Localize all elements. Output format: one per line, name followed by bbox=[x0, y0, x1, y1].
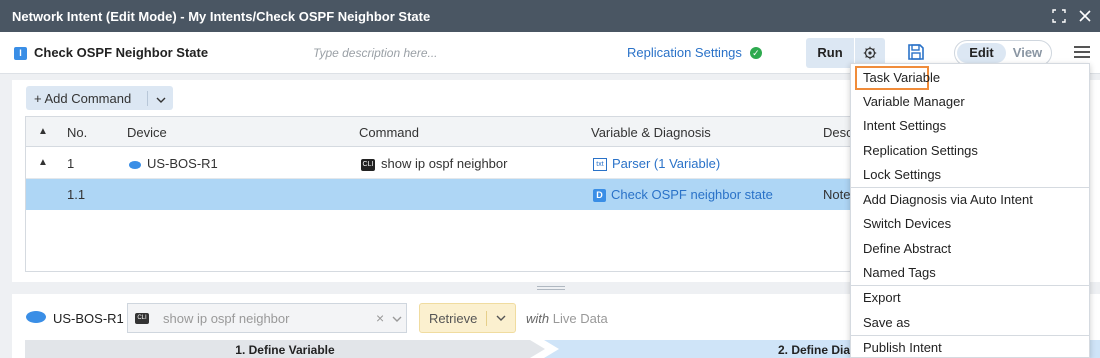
chevron-down-icon[interactable] bbox=[487, 312, 515, 324]
window-title: Network Intent (Edit Mode) - My Intents/… bbox=[12, 8, 431, 24]
note-text: Note bbox=[823, 187, 851, 202]
column-header-device[interactable]: Device bbox=[127, 125, 167, 140]
menu-item-add-diagnosis-auto-intent[interactable]: Add Diagnosis via Auto Intent bbox=[851, 188, 1089, 212]
menu-item-publish-intent[interactable]: Publish Intent bbox=[851, 336, 1089, 358]
variable-cell[interactable]: txt Parser (1 Variable) bbox=[593, 156, 720, 172]
column-header-description[interactable]: Desc bbox=[823, 125, 853, 140]
menu-item-named-tags[interactable]: Named Tags bbox=[851, 261, 1089, 285]
command-cell[interactable]: CLI show ip ospf neighbor bbox=[361, 156, 507, 171]
collapse-row-icon[interactable]: ▲ bbox=[38, 157, 48, 168]
command-table: ▲ No. Device Command Variable & Diagnosi… bbox=[25, 116, 855, 272]
collapse-all-icon[interactable]: ▲ bbox=[38, 126, 48, 137]
text-parser-icon: txt bbox=[593, 158, 607, 172]
diagnosis-icon: D bbox=[593, 189, 606, 203]
retrieve-button[interactable]: Retrieve bbox=[419, 303, 516, 333]
menu-item-switch-devices[interactable]: Switch Devices bbox=[851, 212, 1089, 236]
replication-settings-link[interactable]: Replication Settings ✓ bbox=[627, 45, 762, 60]
run-button[interactable]: Run bbox=[806, 38, 854, 68]
menu-item-save-as[interactable]: Save as bbox=[851, 311, 1089, 335]
router-icon bbox=[26, 311, 46, 323]
check-icon: ✓ bbox=[749, 46, 762, 59]
diagnosis-link[interactable]: Check OSPF neighbor state bbox=[611, 187, 773, 202]
menu-item-define-abstract[interactable]: Define Abstract bbox=[851, 237, 1089, 261]
intent-icon: I bbox=[14, 47, 27, 60]
hamburger-menu-icon[interactable] bbox=[1074, 46, 1090, 60]
command-select[interactable]: CLI show ip ospf neighbor × bbox=[127, 303, 407, 333]
router-icon bbox=[129, 160, 141, 169]
gear-icon bbox=[863, 46, 877, 60]
menu-item-variable-manager[interactable]: Variable Manager bbox=[851, 90, 1089, 114]
chevron-down-icon[interactable] bbox=[392, 310, 402, 325]
intent-name[interactable]: Check OSPF Neighbor State bbox=[34, 45, 208, 60]
row-number: 1 bbox=[67, 156, 75, 171]
parser-link[interactable]: Parser bbox=[612, 156, 650, 171]
table-header: ▲ No. Device Command Variable & Diagnosi… bbox=[26, 117, 854, 147]
menu-item-task-variable[interactable]: Task Variable bbox=[855, 66, 940, 90]
device-name: US-BOS-R1 bbox=[147, 156, 218, 171]
close-icon[interactable] bbox=[1078, 9, 1092, 23]
table-row[interactable]: ▲ 1 US-BOS-R1 CLI show ip ospf neighbor t… bbox=[26, 148, 854, 179]
description-input[interactable]: Type description here... bbox=[313, 46, 438, 60]
command-text: show ip ospf neighbor bbox=[381, 156, 508, 171]
more-options-menu: Task Variable Variable Manager Intent Se… bbox=[850, 63, 1090, 358]
cli-icon: CLI bbox=[361, 158, 375, 171]
data-source-label: with Live Data bbox=[526, 311, 608, 326]
save-icon[interactable] bbox=[906, 42, 928, 64]
menu-item-export[interactable]: Export bbox=[851, 286, 1089, 310]
row-number: 1.1 bbox=[67, 187, 86, 202]
table-row-selected[interactable]: 1.1 D Check OSPF neighbor state Note bbox=[26, 179, 854, 210]
retrieve-label[interactable]: Retrieve bbox=[420, 310, 488, 326]
chevron-down-icon[interactable] bbox=[148, 91, 173, 106]
panel-splitter-handle[interactable] bbox=[537, 286, 565, 290]
add-command-button[interactable]: + Add Command bbox=[26, 86, 173, 110]
add-command-label[interactable]: + Add Command bbox=[26, 90, 148, 106]
step-define-variable[interactable]: 1. Define Variable bbox=[25, 340, 545, 358]
device-cell[interactable]: US-BOS-R1 bbox=[129, 156, 218, 171]
window-titlebar: Network Intent (Edit Mode) - My Intents/… bbox=[0, 0, 1100, 32]
menu-item-intent-settings[interactable]: Intent Settings bbox=[851, 114, 1089, 138]
diagnosis-cell[interactable]: D Check OSPF neighbor state bbox=[593, 187, 773, 203]
clear-icon[interactable]: × bbox=[376, 310, 384, 326]
variable-count-link[interactable]: (1 Variable) bbox=[654, 156, 720, 171]
column-header-no[interactable]: No. bbox=[67, 125, 87, 140]
edit-mode-tab[interactable]: Edit bbox=[957, 43, 1006, 63]
column-header-command[interactable]: Command bbox=[359, 125, 419, 140]
replication-settings-label: Replication Settings bbox=[627, 45, 742, 60]
view-mode-tab[interactable]: View bbox=[1006, 43, 1049, 63]
menu-item-replication-settings[interactable]: Replication Settings bbox=[851, 139, 1089, 163]
maximize-icon[interactable] bbox=[1052, 9, 1066, 23]
cli-icon: CLI bbox=[135, 313, 149, 324]
menu-item-lock-settings[interactable]: Lock Settings bbox=[851, 163, 1089, 187]
command-select-value: show ip ospf neighbor bbox=[163, 311, 290, 326]
live-data-label[interactable]: Live Data bbox=[553, 311, 608, 326]
with-label: with bbox=[526, 311, 550, 326]
device-label: US-BOS-R1 bbox=[53, 311, 124, 326]
column-header-variable[interactable]: Variable & Diagnosis bbox=[591, 125, 711, 140]
